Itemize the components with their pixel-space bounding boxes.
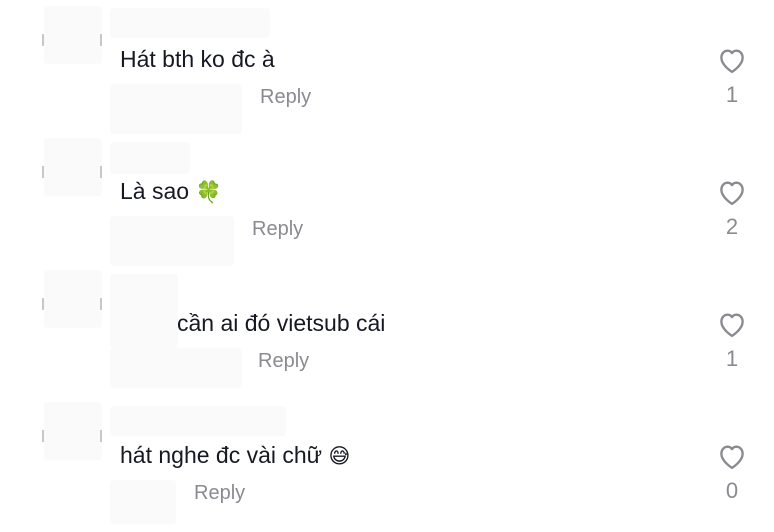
like-button[interactable]: 0: [712, 442, 752, 504]
comment-text-content: cần ai đó vietsub cái: [177, 310, 386, 336]
heart-outline-icon: [720, 445, 744, 470]
username-redacted[interactable]: [110, 8, 270, 38]
comment-text: Hát bth ko đc à: [120, 45, 275, 73]
reply-button[interactable]: Reply: [194, 481, 245, 505]
like-button[interactable]: 1: [712, 310, 752, 372]
like-count: 1: [725, 346, 739, 371]
comment-item: Hát bth ko đc à Reply 1: [0, 0, 774, 134]
comment-text: cần ai đó vietsub cái: [177, 309, 385, 337]
avatar-edge: [42, 166, 44, 178]
avatar[interactable]: [44, 138, 102, 196]
reply-button[interactable]: Reply: [252, 217, 303, 241]
comment-item: Là sao 🍀 Reply 2: [0, 132, 774, 266]
like-button[interactable]: 2: [712, 178, 752, 240]
reply-button[interactable]: Reply: [258, 349, 309, 373]
comment-text: Là sao 🍀: [120, 177, 222, 206]
timestamp-redacted: [110, 480, 176, 524]
sweat-smile-icon: 😅: [328, 444, 351, 468]
heart-outline-icon: [720, 313, 744, 338]
avatar-edge: [42, 430, 44, 442]
comment-text: hát nghe đc vài chữ 😅: [120, 441, 350, 470]
timestamp-redacted: [110, 216, 234, 266]
like-count: 1: [725, 82, 739, 107]
comment-item: cần ai đó vietsub cái Reply 1: [0, 264, 774, 396]
comment-text-content: hát nghe đc vài chữ: [120, 442, 323, 468]
timestamp-redacted: [110, 348, 242, 388]
heart-outline-icon: [720, 181, 744, 206]
username-redacted[interactable]: [110, 406, 286, 436]
avatar[interactable]: [44, 6, 102, 64]
timestamp-redacted: [110, 84, 242, 134]
avatar-edge: [100, 34, 102, 46]
reply-button[interactable]: Reply: [260, 85, 311, 109]
like-count: 2: [725, 214, 739, 239]
avatar[interactable]: [44, 402, 102, 460]
avatar-edge: [100, 430, 102, 442]
avatar-edge: [100, 298, 102, 310]
username-redacted[interactable]: [110, 142, 190, 174]
like-button[interactable]: 1: [712, 46, 752, 108]
comment-item: hát nghe đc vài chữ 😅 Reply 0: [0, 396, 774, 528]
four-leaf-clover-icon: 🍀: [195, 180, 222, 204]
heart-outline-icon: [720, 49, 744, 74]
comment-text-content: Hát bth ko đc à: [120, 46, 275, 72]
username-redacted[interactable]: [110, 274, 178, 348]
avatar-edge: [42, 34, 44, 46]
avatar[interactable]: [44, 270, 102, 328]
comment-text-content: Là sao: [120, 178, 190, 204]
like-count: 0: [725, 478, 739, 503]
avatar-edge: [100, 166, 102, 178]
avatar-edge: [42, 298, 44, 310]
